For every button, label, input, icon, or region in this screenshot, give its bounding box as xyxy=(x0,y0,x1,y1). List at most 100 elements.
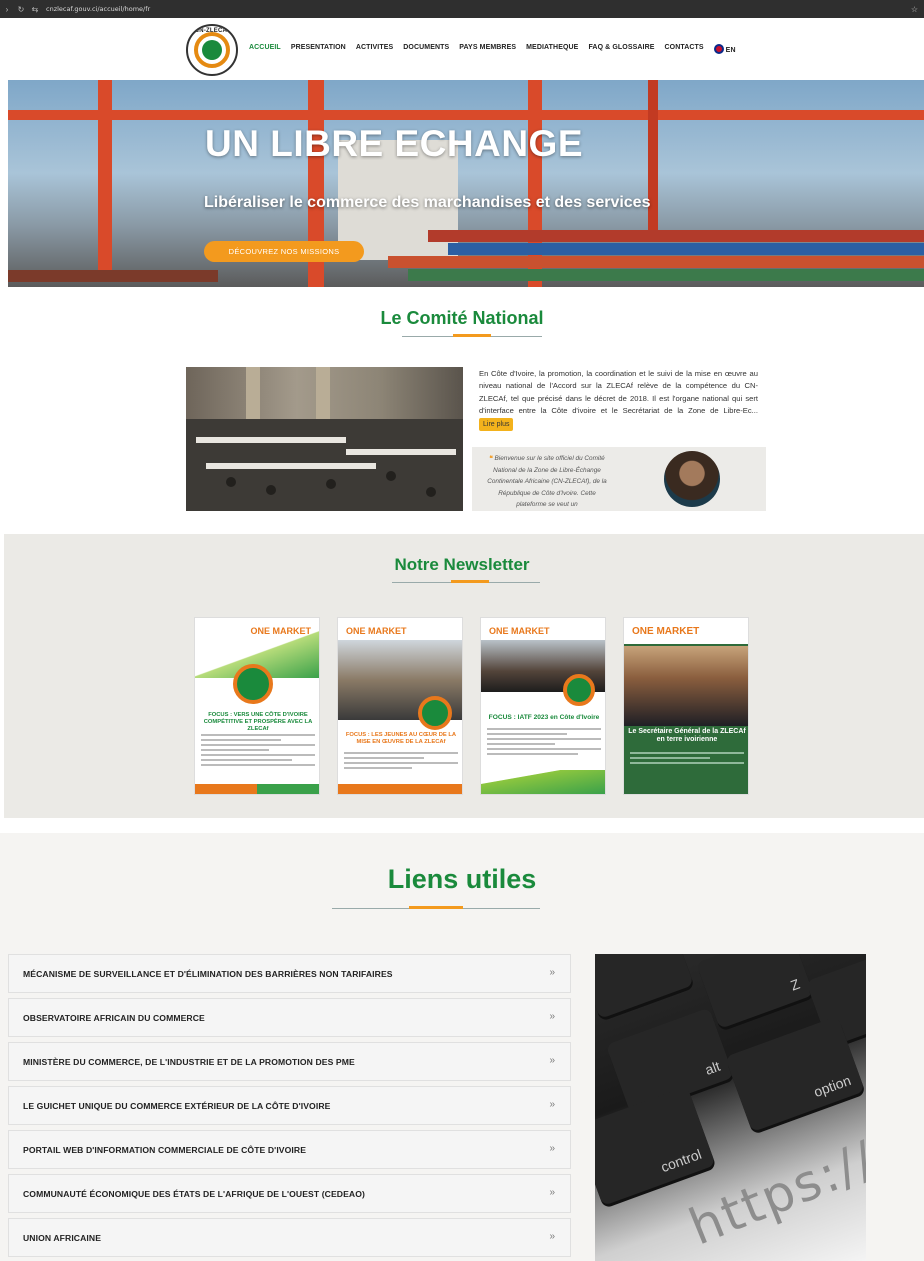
logo-text: CN-ZLECAf xyxy=(194,28,230,34)
keyboard-key: control xyxy=(595,1086,716,1206)
newsletter-issue-4[interactable]: ONE MARKET Le Secrétaire Général de la Z… xyxy=(623,617,749,795)
chevron-right-icon: » xyxy=(549,1231,555,1242)
cover-headline: FOCUS : LES JEUNES AU CŒUR DE LA MISE EN… xyxy=(345,732,457,745)
language-switch[interactable]: EN xyxy=(713,44,736,54)
links-title-accent xyxy=(409,906,463,909)
cover-footer xyxy=(195,784,319,794)
chevron-right-icon: » xyxy=(549,967,555,978)
link-label: PORTAIL WEB D'INFORMATION COMMERCIALE DE… xyxy=(23,1145,307,1155)
site-info-icon[interactable]: ⇆ xyxy=(28,5,42,14)
bookmark-star-icon[interactable]: ☆ xyxy=(911,5,918,14)
attendee xyxy=(386,471,396,481)
keyboard-image: Z alt option control https:// xyxy=(595,954,866,1261)
cover-brand: ONE MARKET xyxy=(250,626,312,636)
link-label: OBSERVATOIRE AFRICAIN DU COMMERCE xyxy=(23,1013,205,1023)
link-label: LE GUICHET UNIQUE DU COMMERCE EXTÉRIEUR … xyxy=(23,1101,331,1111)
link-item-barrieres-non-tarifaires[interactable]: MÉCANISME DE SURVEILLANCE ET D'ÉLIMINATI… xyxy=(8,954,571,993)
keyboard-key xyxy=(595,954,694,1019)
nav-pays-membres[interactable]: PAYS MEMBRES xyxy=(459,44,516,54)
cover-logo xyxy=(418,696,452,730)
nav-documents[interactable]: DOCUMENTS xyxy=(403,44,449,54)
newsletter-title: Notre Newsletter xyxy=(394,555,530,574)
address-bar[interactable]: cnzlecaf.gouv.ci/accueil/home/fr xyxy=(46,5,150,13)
desk-row xyxy=(196,437,346,443)
attendee xyxy=(266,485,276,495)
newsletter-issue-1[interactable]: ONE MARKET FOCUS : VERS UNE CÔTE D'IVOIR… xyxy=(194,617,320,795)
missions-button[interactable]: DÉCOUVREZ NOS MISSIONS xyxy=(204,241,364,262)
crane-leg xyxy=(98,80,112,280)
link-item-cedeao[interactable]: COMMUNAUTÉ ÉCONOMIQUE DES ÉTATS DE L'AFR… xyxy=(8,1174,571,1213)
link-label: MÉCANISME DE SURVEILLANCE ET D'ÉLIMINATI… xyxy=(23,969,393,979)
crane-beam xyxy=(8,110,924,120)
cover-headline: FOCUS : VERS UNE CÔTE D'IVOIRE COMPÉTITI… xyxy=(203,712,313,732)
nav-faq-glossaire[interactable]: FAQ & GLOSSAIRE xyxy=(588,44,654,54)
meeting-photo xyxy=(186,367,463,511)
crane-leg xyxy=(648,80,658,240)
cover-brand: ONE MARKET xyxy=(346,626,407,636)
cover-logo xyxy=(563,674,595,706)
nav-contacts[interactable]: CONTACTS xyxy=(665,44,704,54)
chevron-right-icon: » xyxy=(549,1143,555,1154)
container-row xyxy=(428,230,924,242)
attendee xyxy=(426,487,436,497)
forward-icon[interactable]: › xyxy=(0,5,14,14)
cover-headline: FOCUS : IATF 2023 en Côte d'Ivoire xyxy=(488,714,600,721)
link-label: UNION AFRICAINE xyxy=(23,1233,102,1243)
welcome-quote-box: ❝ Bienvenue sur le site officiel du Comi… xyxy=(472,447,766,511)
hero-banner xyxy=(8,80,924,287)
attendee xyxy=(326,479,336,489)
key-label: alt xyxy=(702,1057,723,1078)
quote-icon: ❝ xyxy=(489,455,493,462)
cover-brand: ONE MARKET xyxy=(632,626,700,637)
key-label: control xyxy=(658,1145,704,1176)
nav-presentation[interactable]: PRESENTATION xyxy=(291,44,346,54)
nav-mediatheque[interactable]: MEDIATHEQUE xyxy=(526,44,578,54)
chevron-right-icon: » xyxy=(549,1187,555,1198)
welcome-quote: ❝ Bienvenue sur le site officiel du Comi… xyxy=(483,453,611,511)
newsletter-issue-3[interactable]: ONE MARKET FOCUS : IATF 2023 en Côte d'I… xyxy=(480,617,606,795)
cover-headline: Le Secrétaire Général de la ZLECAf en te… xyxy=(628,728,746,743)
read-more-button[interactable]: Lire plus xyxy=(479,417,514,431)
cover-footer xyxy=(338,784,462,794)
site-logo[interactable]: CN-ZLECAf xyxy=(186,24,238,76)
attendee xyxy=(226,477,236,487)
link-item-ministere-commerce[interactable]: MINISTÈRE DU COMMERCE, DE L'INDUSTRIE ET… xyxy=(8,1042,571,1081)
chevron-right-icon: » xyxy=(549,1011,555,1022)
desk-row xyxy=(346,449,456,455)
link-item-guichet-unique[interactable]: LE GUICHET UNIQUE DU COMMERCE EXTÉRIEUR … xyxy=(8,1086,571,1125)
hero-title: UN LIBRE ECHANGE xyxy=(205,123,584,164)
comite-title-accent xyxy=(453,334,491,337)
curtain xyxy=(246,367,260,419)
newsletter-issue-2[interactable]: ONE MARKET FOCUS : LES JEUNES AU CŒUR DE… xyxy=(337,617,463,795)
main-navigation: ACCUEIL PRESENTATION ACTIVITES DOCUMENTS… xyxy=(249,44,736,54)
links-title: Liens utiles xyxy=(387,864,537,894)
cover-summary xyxy=(201,734,315,769)
comite-description: En Côte d'Ivoire, la promotion, la coord… xyxy=(479,368,758,431)
newsletter-title-accent xyxy=(451,580,489,583)
language-label: EN xyxy=(725,47,736,54)
key-label: Z xyxy=(788,975,802,994)
link-item-observatoire[interactable]: OBSERVATOIRE AFRICAIN DU COMMERCE » xyxy=(8,998,571,1037)
desk-row xyxy=(206,463,376,469)
container-row xyxy=(388,256,924,268)
nav-accueil[interactable]: ACCUEIL xyxy=(249,44,281,54)
quote-text: Bienvenue sur le site officiel du Comité… xyxy=(487,455,607,509)
cover-summary xyxy=(487,728,601,758)
uk-flag-icon xyxy=(713,44,724,54)
link-item-portail-web[interactable]: PORTAIL WEB D'INFORMATION COMMERCIALE DE… xyxy=(8,1130,571,1169)
cover-footer xyxy=(481,770,605,794)
comite-title: Le Comité National xyxy=(380,308,544,328)
cover-summary xyxy=(344,752,458,772)
container-row xyxy=(448,243,924,255)
logo-africa-map xyxy=(202,40,222,60)
curtain xyxy=(316,367,330,419)
reload-icon[interactable]: ↻ xyxy=(14,5,28,14)
container-row xyxy=(8,270,218,282)
cover-summary xyxy=(630,752,744,767)
cover-photo xyxy=(624,646,748,726)
official-avatar xyxy=(664,451,720,507)
browser-toolbar: › ↻ ⇆ cnzlecaf.gouv.ci/accueil/home/fr ☆ xyxy=(0,0,924,18)
nav-activites[interactable]: ACTIVITES xyxy=(356,44,393,54)
container-row xyxy=(408,269,924,281)
link-item-union-africaine[interactable]: UNION AFRICAINE » xyxy=(8,1218,571,1257)
